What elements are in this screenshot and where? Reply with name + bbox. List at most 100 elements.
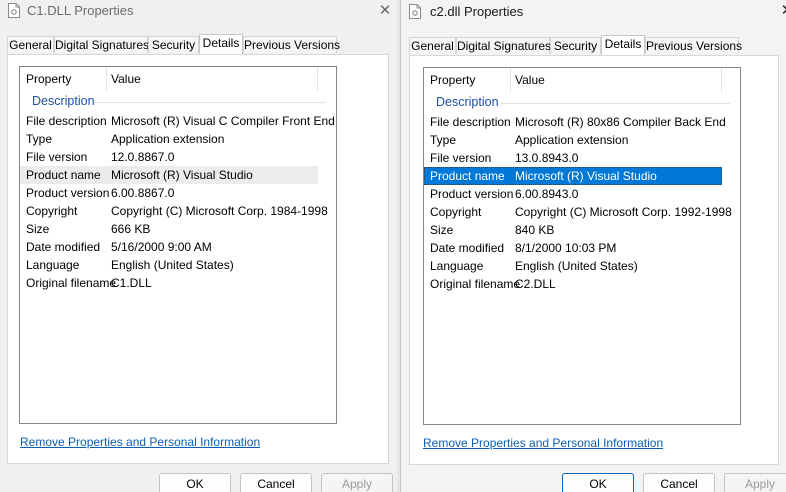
property-name: File description <box>430 115 511 129</box>
column-header-value[interactable]: Value <box>111 72 141 86</box>
details-panel: Property Value Description File descript… <box>7 54 389 464</box>
list-header: Property Value <box>20 67 336 91</box>
close-icon[interactable]: ✕ <box>375 1 395 21</box>
list-row[interactable]: Copyright Copyright (C) Microsoft Corp. 1… <box>20 202 328 220</box>
property-name: Product name <box>430 169 505 183</box>
window-title: C1.DLL Properties <box>27 3 134 18</box>
column-separator[interactable] <box>106 67 107 91</box>
list-row[interactable]: File description Microsoft (R) 80x86 Comp… <box>424 113 726 131</box>
cancel-button[interactable]: Cancel <box>643 473 715 492</box>
tab-details[interactable]: Details <box>199 34 243 54</box>
property-name: Copyright <box>430 205 482 219</box>
column-separator[interactable] <box>721 68 722 92</box>
title-bar: C1.DLL Properties ✕ <box>0 0 397 24</box>
column-header-property[interactable]: Property <box>26 72 71 86</box>
list-row[interactable]: File version 13.0.8943.0 <box>424 149 722 167</box>
tab-previous-versions[interactable]: Previous Versions <box>243 36 340 53</box>
details-panel: Property Value Description File descript… <box>409 55 779 465</box>
property-name: Size <box>430 223 454 237</box>
properties-list[interactable]: Property Value Description File descript… <box>423 67 741 425</box>
property-name: Product version <box>430 187 514 201</box>
property-value: 6.00.8867.0 <box>111 186 175 200</box>
property-name: Type <box>26 132 53 146</box>
section-divider <box>96 102 326 103</box>
property-name: File version <box>430 151 492 165</box>
ok-button[interactable]: OK <box>562 473 634 492</box>
property-value: C1.DLL <box>111 276 152 290</box>
properties-list[interactable]: Property Value Description File descript… <box>19 66 337 424</box>
property-value: Copyright (C) Microsoft Corp. 1984-1998 <box>111 204 328 218</box>
property-name: File version <box>26 150 88 164</box>
list-row[interactable]: Date modified 8/1/2000 10:03 PM <box>424 239 722 257</box>
list-row[interactable]: Product version 6.00.8943.0 <box>424 185 722 203</box>
tab-security[interactable]: Security <box>148 36 199 53</box>
section-label-description: Description <box>32 94 95 108</box>
list-row[interactable]: Date modified 5/16/2000 9:00 AM <box>20 238 318 256</box>
list-row[interactable]: Product version 6.00.8867.0 <box>20 184 318 202</box>
property-value: 13.0.8943.0 <box>515 151 579 165</box>
property-value: Application extension <box>515 133 629 147</box>
list-row[interactable]: File version 12.0.8867.0 <box>20 148 318 166</box>
property-name: Product version <box>26 186 110 200</box>
property-value: 8/1/2000 10:03 PM <box>515 241 617 255</box>
property-value: Microsoft (R) Visual Studio <box>515 169 657 183</box>
list-row[interactable]: Copyright Copyright (C) Microsoft Corp. 1… <box>424 203 732 221</box>
property-name: Copyright <box>26 204 78 218</box>
property-name: Original filename <box>26 276 117 290</box>
list-row-selected[interactable]: Product name Microsoft (R) Visual Studio <box>20 166 318 184</box>
property-name: Date modified <box>430 241 505 255</box>
list-row[interactable]: Type Application extension <box>20 130 318 148</box>
property-value: 6.00.8943.0 <box>515 187 579 201</box>
list-row[interactable]: Type Application extension <box>424 131 722 149</box>
property-value: Microsoft (R) Visual C Compiler Front En… <box>111 114 335 128</box>
property-value: C2.DLL <box>515 277 556 291</box>
property-value: English (United States) <box>515 259 638 273</box>
property-value: 840 KB <box>515 223 555 237</box>
property-value: Application extension <box>111 132 225 146</box>
property-value: English (United States) <box>111 258 234 272</box>
property-name: Language <box>26 258 80 272</box>
remove-properties-link[interactable]: Remove Properties and Personal Informati… <box>423 436 663 450</box>
section-label-description: Description <box>436 95 499 109</box>
column-separator[interactable] <box>317 67 318 91</box>
column-header-property[interactable]: Property <box>430 73 475 87</box>
list-row[interactable]: Size 840 KB <box>424 221 722 239</box>
apply-button[interactable]: Apply <box>321 473 393 492</box>
list-row[interactable]: File description Microsoft (R) Visual C C… <box>20 112 335 130</box>
title-bar: c2.dll Properties ✕ <box>401 0 786 24</box>
ok-button[interactable]: OK <box>159 473 231 492</box>
document-gear-icon <box>8 3 20 18</box>
property-name: Date modified <box>26 240 101 254</box>
property-name: File description <box>26 114 107 128</box>
list-row[interactable]: Original filename C1.DLL <box>20 274 318 292</box>
column-separator[interactable] <box>510 68 511 92</box>
tab-digital-signatures[interactable]: Digital Signatures <box>54 36 149 53</box>
property-value: 666 KB <box>111 222 151 236</box>
section-divider <box>500 103 730 104</box>
property-name: Product name <box>26 168 101 182</box>
property-name: Language <box>430 259 484 273</box>
property-name: Type <box>430 133 457 147</box>
list-row[interactable]: Language English (United States) <box>424 257 722 275</box>
property-value: 5/16/2000 9:00 AM <box>111 240 212 254</box>
list-row[interactable]: Size 666 KB <box>20 220 318 238</box>
property-value: Microsoft (R) 80x86 Compiler Back End <box>515 115 726 129</box>
list-row[interactable]: Original filename C2.DLL <box>424 275 722 293</box>
property-name: Original filename <box>430 277 521 291</box>
tab-general[interactable]: General <box>409 37 456 54</box>
remove-properties-link[interactable]: Remove Properties and Personal Informati… <box>20 435 260 449</box>
tab-details[interactable]: Details <box>601 35 645 55</box>
close-icon[interactable]: ✕ <box>777 1 786 21</box>
property-name: Size <box>26 222 50 236</box>
list-header: Property Value <box>424 68 740 92</box>
list-row[interactable]: Language English (United States) <box>20 256 318 274</box>
tab-security[interactable]: Security <box>550 37 601 54</box>
c1-properties-dialog: C1.DLL Properties ✕ General Digital Sign… <box>0 0 397 492</box>
tab-general[interactable]: General <box>7 36 54 53</box>
list-row-selected[interactable]: Product name Microsoft (R) Visual Studio <box>424 167 722 185</box>
cancel-button[interactable]: Cancel <box>240 473 312 492</box>
tab-digital-signatures[interactable]: Digital Signatures <box>456 37 551 54</box>
tab-previous-versions[interactable]: Previous Versions <box>645 37 742 54</box>
column-header-value[interactable]: Value <box>515 73 545 87</box>
apply-button[interactable]: Apply <box>724 473 786 492</box>
